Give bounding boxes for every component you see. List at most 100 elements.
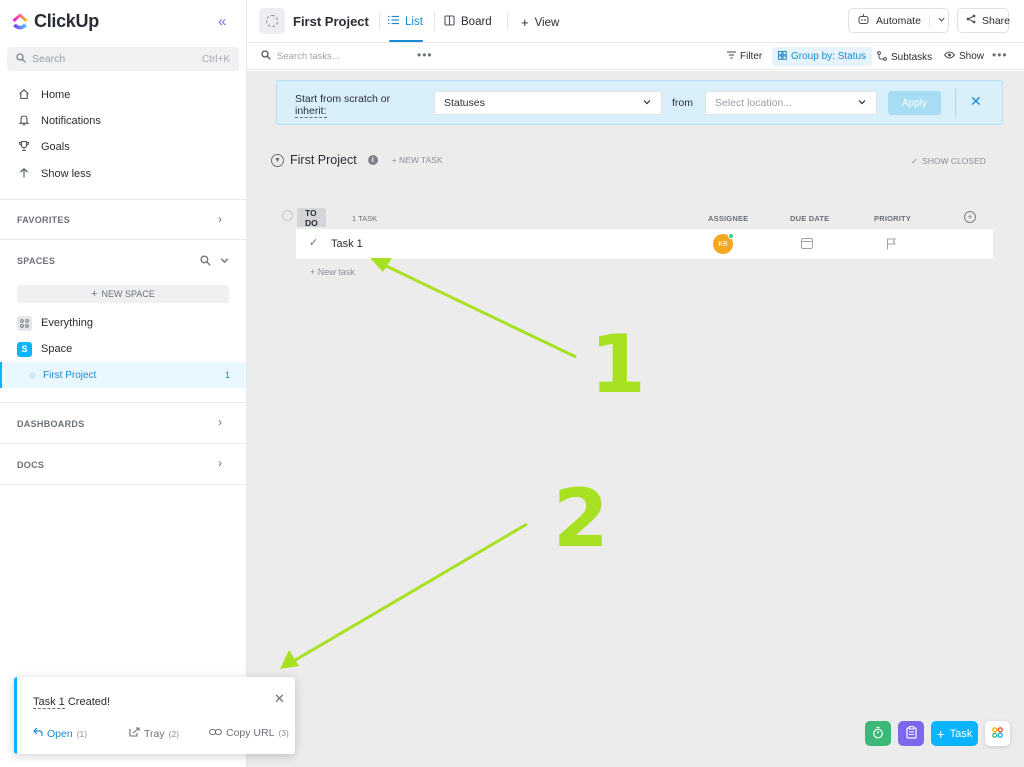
layers-icon	[778, 50, 787, 63]
sidebar: ClickUp « Search Ctrl+K Home Notificatio…	[0, 0, 247, 767]
apps-button[interactable]	[985, 721, 1010, 746]
collapse-sidebar-icon[interactable]: «	[218, 13, 226, 30]
collapse-list-icon[interactable]: ▼	[271, 153, 284, 167]
column-header-assignee[interactable]: ASSIGNEE	[708, 214, 748, 223]
add-view-button[interactable]: + View	[521, 15, 559, 30]
apply-button[interactable]: Apply	[888, 91, 941, 115]
grid-icon	[17, 315, 32, 331]
list-title[interactable]: First Project	[290, 153, 357, 167]
close-icon[interactable]: ✕	[274, 691, 285, 707]
space-avatar: S	[17, 341, 32, 357]
chevron-right-icon[interactable]: ›	[218, 415, 222, 429]
search-icon	[16, 52, 26, 66]
group-by-button[interactable]: Group by: Status	[772, 47, 873, 66]
banner-text: Start from scratch or inherit:	[295, 93, 415, 118]
automate-button[interactable]: Automate	[848, 8, 949, 33]
notepad-button[interactable]	[898, 721, 924, 746]
search-placeholder: Search	[32, 53, 66, 65]
sidebar-search[interactable]: Search Ctrl+K	[7, 47, 239, 71]
from-label: from	[672, 97, 693, 109]
tab-board[interactable]: Board	[444, 15, 492, 29]
new-space-button[interactable]: + NEW SPACE	[17, 285, 229, 303]
apps-grid-icon	[992, 726, 1003, 741]
copy-url-label: Copy URL	[226, 727, 275, 739]
more-options-icon[interactable]: •••	[992, 48, 1008, 62]
toast-open-button[interactable]: Open (1)	[33, 727, 87, 740]
bell-icon	[17, 114, 31, 129]
chevron-down-icon	[642, 97, 652, 110]
collapse-group-icon[interactable]	[282, 210, 293, 221]
sidebar-item-home[interactable]: Home	[17, 86, 70, 104]
column-header-due-date[interactable]: DUE DATE	[790, 214, 829, 223]
close-icon[interactable]: ✕	[970, 93, 982, 110]
new-task-row-button[interactable]: + New task	[310, 267, 355, 277]
share-button[interactable]: Share	[957, 8, 1010, 33]
location-select[interactable]: Select location...	[705, 91, 877, 115]
spaces-search-icon[interactable]	[200, 255, 211, 269]
open-label: Open	[47, 727, 73, 740]
more-options-icon[interactable]: •••	[417, 48, 433, 62]
divider	[955, 89, 956, 117]
sidebar-item-notifications[interactable]: Notifications	[17, 112, 101, 130]
chevron-down-icon[interactable]	[928, 14, 946, 27]
avatar[interactable]: KB	[713, 233, 734, 254]
toast-tray-button[interactable]: Tray (2)	[129, 727, 179, 740]
check-icon[interactable]: ✓	[309, 236, 318, 249]
favorites-header[interactable]: FAVORITES	[17, 215, 70, 225]
divider	[379, 12, 380, 30]
board-icon	[444, 15, 455, 29]
sidebar-item-label: Goals	[41, 141, 70, 153]
calendar-icon[interactable]	[801, 238, 813, 249]
column-header-priority[interactable]: PRIORITY	[874, 214, 911, 223]
sidebar-item-everything[interactable]: Everything	[17, 314, 93, 332]
sidebar-item-space[interactable]: S Space	[17, 340, 72, 358]
clickup-logo[interactable]: ClickUp	[12, 11, 99, 32]
project-icon[interactable]	[259, 8, 285, 34]
plus-icon: +	[91, 288, 98, 300]
show-button[interactable]: Show	[943, 51, 985, 62]
new-task-fab-button[interactable]: + Task	[931, 721, 978, 746]
new-task-button[interactable]: + NEW TASK	[392, 155, 443, 165]
new-task-fab-label: Task	[949, 727, 973, 740]
list-icon	[388, 15, 399, 28]
shortcut-key: (1)	[76, 728, 88, 739]
chevron-right-icon[interactable]: ›	[218, 212, 222, 226]
timer-button[interactable]	[865, 721, 891, 746]
docs-header[interactable]: DOCS	[17, 460, 44, 470]
page-title[interactable]: First Project	[293, 14, 369, 29]
home-icon	[17, 88, 31, 103]
filter-button[interactable]: Filter	[727, 51, 762, 62]
toast-copy-url-button[interactable]: Copy URL (3)	[209, 727, 289, 739]
annotation-number-2: 2	[553, 472, 609, 565]
statuses-select[interactable]: Statuses	[434, 91, 662, 115]
spaces-header[interactable]: SPACES	[17, 256, 55, 266]
show-label: Show	[959, 51, 985, 62]
chevron-down-icon	[857, 97, 867, 110]
subtasks-button[interactable]: Subtasks	[877, 51, 932, 64]
task-search-input[interactable]: Search tasks...	[261, 50, 340, 63]
sidebar-item-first-project[interactable]: First Project 1	[0, 362, 246, 388]
dashboards-header[interactable]: DASHBOARDS	[17, 419, 85, 429]
search-placeholder: Search tasks...	[277, 51, 340, 62]
table-row[interactable]: ✓ Task 1 KB	[296, 229, 993, 259]
sidebar-item-goals[interactable]: Goals	[17, 138, 70, 156]
active-tab-indicator	[389, 40, 423, 42]
info-icon[interactable]: i	[367, 155, 378, 165]
chevron-right-icon[interactable]: ›	[218, 456, 222, 470]
divider	[434, 12, 435, 30]
main-content: Start from scratch or inherit: Statuses …	[247, 71, 1024, 767]
toast-task-link[interactable]: Task 1	[33, 696, 65, 709]
search-icon	[261, 50, 271, 63]
tab-list[interactable]: List	[388, 15, 423, 28]
task-name[interactable]: Task 1	[331, 238, 363, 250]
add-column-icon[interactable]: +	[964, 211, 976, 223]
notepad-icon	[905, 725, 917, 742]
sidebar-item-label: Everything	[41, 317, 93, 329]
sidebar-item-show-less[interactable]: Show less	[17, 165, 91, 183]
online-indicator	[728, 233, 734, 239]
chevron-down-icon[interactable]	[219, 255, 230, 269]
status-badge[interactable]: TO DO	[297, 208, 326, 228]
show-closed-button[interactable]: ✓ SHOW CLOSED	[911, 156, 986, 167]
flag-icon[interactable]	[886, 238, 897, 250]
header: First Project List Board + View Automate…	[247, 0, 1024, 43]
